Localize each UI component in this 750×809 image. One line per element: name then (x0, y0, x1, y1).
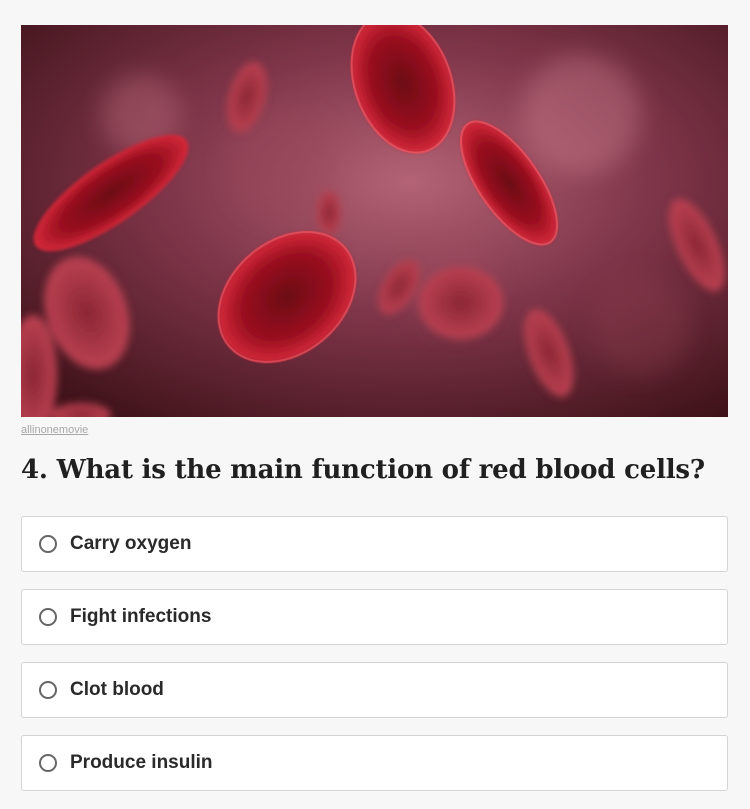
radio-button-icon[interactable] (39, 535, 57, 553)
answer-option-label: Clot blood (70, 679, 164, 700)
answer-option-label: Fight infections (70, 606, 212, 627)
answer-option-label: Carry oxygen (70, 533, 192, 554)
answer-options: Carry oxygen Fight infections Clot blood… (21, 516, 728, 808)
answer-option[interactable]: Clot blood (21, 662, 728, 718)
answer-option[interactable]: Fight infections (21, 589, 728, 645)
red-blood-cells-illustration (21, 25, 728, 417)
answer-option[interactable]: Carry oxygen (21, 516, 728, 572)
radio-button-icon[interactable] (39, 681, 57, 699)
answer-option[interactable]: Produce insulin (21, 735, 728, 791)
red-blood-cells-image (21, 25, 728, 417)
question-title: 4. What is the main function of red bloo… (21, 455, 705, 485)
answer-option-label: Produce insulin (70, 752, 213, 773)
radio-button-icon[interactable] (39, 754, 57, 772)
quiz-question-page: allinonemovie 4. What is the main functi… (0, 0, 750, 809)
image-credit-link[interactable]: allinonemovie (21, 424, 88, 436)
radio-button-icon[interactable] (39, 608, 57, 626)
